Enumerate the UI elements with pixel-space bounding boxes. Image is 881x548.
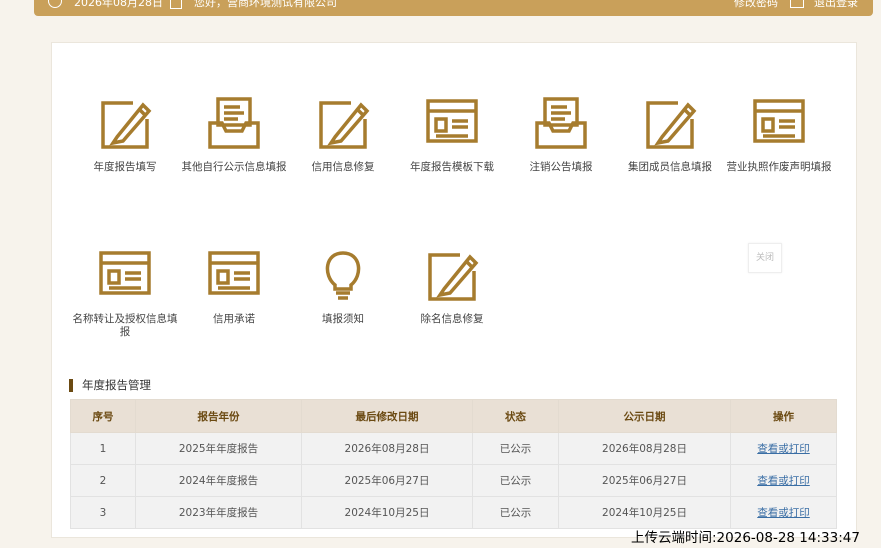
browser-window-icon [749,93,809,153]
tile-label: 注销公告填报 [529,161,593,173]
table-header-row: 序号 报告年份 最后修改日期 状态 公示日期 操作 [70,399,837,433]
column-header: 状态 [472,399,559,433]
pencil-frame-icon [640,93,700,153]
cell-index: 3 [70,496,136,529]
close-button[interactable]: 关闭 [748,243,782,273]
tile-10[interactable]: 填报须知 [288,245,398,326]
tile-4[interactable]: 年度报告模板下载 [397,93,507,174]
tile-label: 年度报告填写 [93,161,157,173]
tile-label: 营业执照作废声明填报 [726,161,832,173]
tile-2[interactable]: 其他自行公示信息填报 [179,93,289,174]
tile-label: 其他自行公示信息填报 [181,161,287,173]
view-print-link[interactable]: 查看或打印 [757,443,810,455]
cell-report-year: 2025年年度报告 [135,432,302,465]
column-header: 操作 [730,399,837,433]
tile-5[interactable]: 注销公告填报 [506,93,616,174]
view-print-link[interactable]: 查看或打印 [757,475,810,487]
annual-report-table: 序号 报告年份 最后修改日期 状态 公示日期 操作 1 2025年年度报告 20… [70,399,837,529]
column-header: 报告年份 [135,399,302,433]
upload-time-stamp: 上传云端时间:2026-08-28 14:33:47 [631,530,860,546]
logout-icon[interactable] [790,0,804,8]
cell-index: 2 [70,464,136,497]
cell-action: 查看或打印 [730,432,837,465]
tile-label: 除名信息修复 [420,313,484,325]
tile-3[interactable]: 信用信息修复 [288,93,398,174]
cell-modified-date: 2026年08月28日 [301,432,473,465]
cell-status: 已公示 [472,432,559,465]
change-password-link[interactable]: 修改密码 [734,0,778,10]
cell-index: 1 [70,432,136,465]
browser-window-icon [422,93,482,153]
cell-status: 已公示 [472,496,559,529]
tile-1[interactable]: 年度报告填写 [70,93,180,174]
inbox-tray-icon [204,93,264,153]
tile-label: 集团成员信息填报 [628,161,712,173]
greeting-text: 您好，营商环境测试有限公司 [194,0,337,9]
cell-publish-date: 2026年08月28日 [558,432,731,465]
tile-label: 填报须知 [322,313,364,325]
column-header: 最后修改日期 [301,399,473,433]
document-icon [170,0,182,9]
current-date: 2026年08月28日 [74,0,163,9]
tile-label: 信用信息修复 [311,161,375,173]
cell-report-year: 2023年年度报告 [135,496,302,529]
view-print-link[interactable]: 查看或打印 [757,507,810,519]
tile-label: 年度报告模板下载 [410,161,494,173]
tile-9[interactable]: 信用承诺 [179,245,289,326]
top-bar: 2026年08月28日 您好，营商环境测试有限公司 修改密码 退出登录 [34,0,873,16]
tile-6[interactable]: 集团成员信息填报 [615,93,725,174]
cell-publish-date: 2024年10月25日 [558,496,731,529]
cell-publish-date: 2025年06月27日 [558,464,731,497]
section-title: 年度报告管理 [69,379,151,392]
lightbulb-icon [313,245,373,305]
cell-action: 查看或打印 [730,464,837,497]
column-header: 公示日期 [558,399,731,433]
column-header: 序号 [70,399,136,433]
tile-11[interactable]: 除名信息修复 [397,245,507,326]
pencil-frame-icon [95,93,155,153]
tile-7[interactable]: 营业执照作废声明填报 [724,93,834,174]
tile-8[interactable]: 名称转让及授权信息填报 [70,245,180,339]
pencil-frame-icon [313,93,373,153]
table-row: 3 2023年年度报告 2024年10月25日 已公示 2024年10月25日 … [70,496,837,529]
cell-modified-date: 2024年10月25日 [301,496,473,529]
tile-label: 名称转让及授权信息填报 [72,313,178,338]
pencil-frame-icon [422,245,482,305]
inbox-tray-icon [531,93,591,153]
main-panel: 年度报告填写 其他自行公示信息填报 信用信息修复 年度报告模板下载 注销公告填报 集团成员… [51,42,857,538]
browser-window-icon [204,245,264,305]
table-row: 2 2024年年度报告 2025年06月27日 已公示 2025年06月27日 … [70,464,837,497]
table-row: 1 2025年年度报告 2026年08月28日 已公示 2026年08月28日 … [70,432,837,465]
tile-label: 信用承诺 [213,313,255,325]
cell-modified-date: 2025年06月27日 [301,464,473,497]
cell-action: 查看或打印 [730,496,837,529]
browser-window-icon [95,245,155,305]
cell-report-year: 2024年年度报告 [135,464,302,497]
clock-icon [48,0,62,8]
logout-link[interactable]: 退出登录 [814,0,858,10]
cell-status: 已公示 [472,464,559,497]
